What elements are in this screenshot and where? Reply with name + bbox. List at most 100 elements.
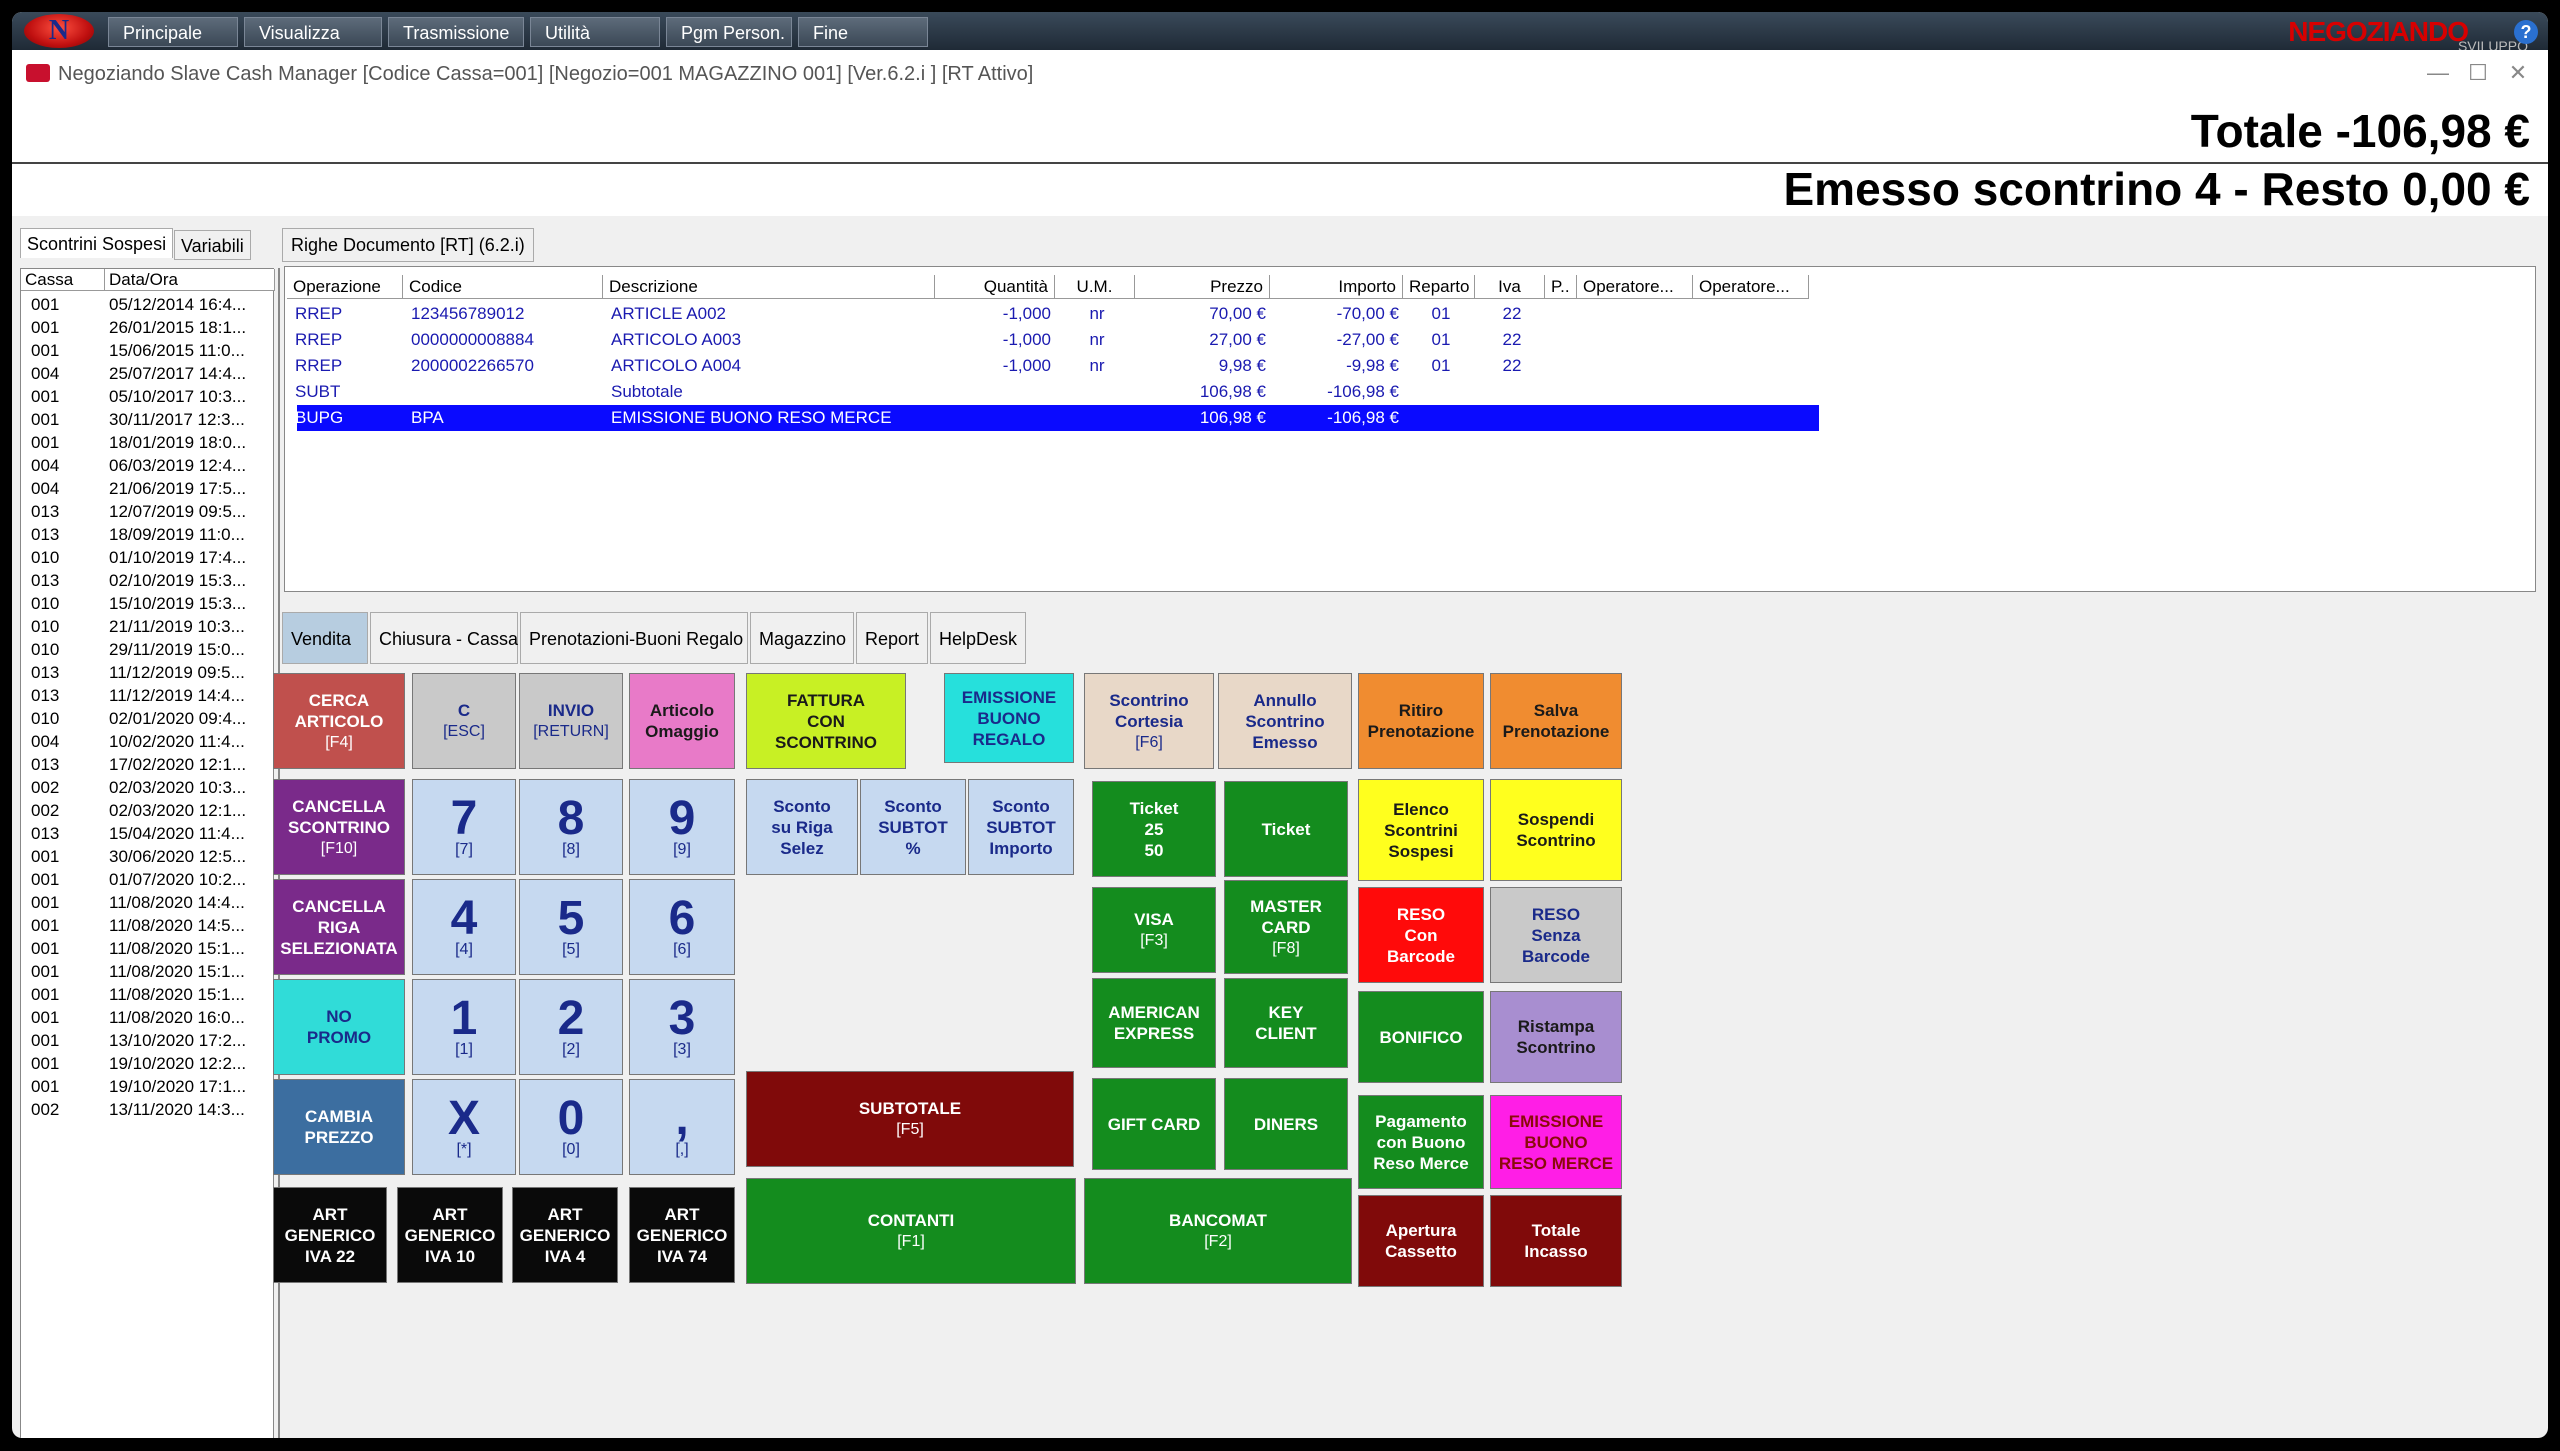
- tab-righe-documento[interactable]: Righe Documento [RT] (6.2.i): [282, 228, 534, 262]
- numpad-key[interactable]: 5 [5]: [519, 879, 623, 975]
- reso-senza-button[interactable]: RESO Senza Barcode: [1490, 887, 1622, 983]
- numpad-key[interactable]: 1 [1]: [412, 979, 516, 1075]
- list-item[interactable]: 001 11/08/2020 14:4...: [21, 891, 275, 914]
- list-item[interactable]: 001 11/08/2020 16:0...: [21, 1006, 275, 1029]
- cerca-button[interactable]: CERCA ARTICOLO [F4]: [273, 673, 405, 769]
- amex-button[interactable]: AMERICAN EXPRESS: [1092, 978, 1216, 1068]
- menu-utilita[interactable]: Utilità: [530, 17, 660, 47]
- visa-button[interactable]: VISA [F3]: [1092, 887, 1216, 973]
- totale-incasso-button[interactable]: Totale Incasso: [1490, 1195, 1622, 1287]
- annullo-button[interactable]: Annullo Scontrino Emesso: [1218, 673, 1352, 769]
- list-item[interactable]: 013 18/09/2019 11:0...: [21, 523, 275, 546]
- apertura-button[interactable]: Apertura Cassetto: [1358, 1195, 1484, 1287]
- list-item[interactable]: 013 12/07/2019 09:5...: [21, 500, 275, 523]
- minimize-icon[interactable]: —: [2418, 58, 2458, 88]
- numpad-key[interactable]: 7 [7]: [412, 779, 516, 875]
- bancomat-button[interactable]: BANCOMAT [F2]: [1084, 1178, 1352, 1284]
- list-item[interactable]: 001 05/12/2014 16:4...: [21, 293, 275, 316]
- list-item[interactable]: 004 10/02/2020 11:4...: [21, 730, 275, 753]
- column-header[interactable]: Reparto: [1403, 275, 1475, 299]
- list-item[interactable]: 001 11/08/2020 15:1...: [21, 960, 275, 983]
- tab-report[interactable]: Report: [856, 612, 928, 664]
- list-item[interactable]: 001 13/10/2020 17:2...: [21, 1029, 275, 1052]
- tab-chiusura-cassa[interactable]: Chiusura - Cassa: [370, 612, 518, 664]
- sconto-perc-button[interactable]: Sconto SUBTOT%: [860, 779, 966, 875]
- scontrini-sospesi-list[interactable]: Cassa Data/Ora 001 05/12/2014 16:4... 001 2…: [20, 268, 275, 1438]
- ristampa-button[interactable]: Ristampa Scontrino: [1490, 991, 1622, 1083]
- menu-principale[interactable]: Principale: [108, 17, 238, 47]
- list-item[interactable]: 001 05/10/2017 10:3...: [21, 385, 275, 408]
- canc-riga-button[interactable]: CANCELLA RIGA SELEZIONATA: [273, 879, 405, 975]
- numpad-key[interactable]: 4 [4]: [412, 879, 516, 975]
- table-row[interactable]: RREP 123456789012 ARTICLE A002 -1,000 nr 70,0…: [295, 301, 1819, 327]
- list-item[interactable]: 013 11/12/2019 14:4...: [21, 684, 275, 707]
- contanti-button[interactable]: CONTANTI [F1]: [746, 1178, 1076, 1284]
- menu-pgm-person[interactable]: Pgm Person.: [666, 17, 792, 47]
- list-item[interactable]: 013 15/04/2020 11:4...: [21, 822, 275, 845]
- column-header[interactable]: Descrizione: [603, 275, 935, 299]
- list-item[interactable]: 002 13/11/2020 14:3...: [21, 1098, 275, 1121]
- tab-scontrini-sospesi[interactable]: Scontrini Sospesi: [20, 228, 174, 258]
- tab-helpdesk[interactable]: HelpDesk: [930, 612, 1026, 664]
- list-item[interactable]: 004 25/07/2017 14:4...: [21, 362, 275, 385]
- list-item[interactable]: 010 21/11/2019 10:3...: [21, 615, 275, 638]
- table-row[interactable]: RREP 0000000008884 ARTICOLO A003 -1,000 nr 27…: [295, 327, 1819, 353]
- numpad-key[interactable]: , [,]: [629, 1079, 735, 1175]
- numpad-key[interactable]: 6 [6]: [629, 879, 735, 975]
- list-item[interactable]: 010 15/10/2019 15:3...: [21, 592, 275, 615]
- list-item[interactable]: 002 02/03/2020 12:1...: [21, 799, 275, 822]
- key-client-button[interactable]: KEY CLIENT: [1224, 978, 1348, 1068]
- menu-fine[interactable]: Fine: [798, 17, 928, 47]
- ritiro-button[interactable]: Ritiro Prenotazione: [1358, 673, 1484, 769]
- list-item[interactable]: 010 29/11/2019 15:0...: [21, 638, 275, 661]
- menu-visualizza[interactable]: Visualizza: [244, 17, 382, 47]
- column-header[interactable]: Quantità: [935, 275, 1055, 299]
- table-row[interactable]: SUBT Subtotale 106,98 € -106,98 €: [295, 379, 1819, 405]
- diners-button[interactable]: DINERS: [1224, 1078, 1348, 1170]
- art22-button[interactable]: ART GENERICO IVA 22: [273, 1187, 387, 1283]
- pag-buono-button[interactable]: Pagamento con Buono Reso Merce: [1358, 1095, 1484, 1189]
- list-item[interactable]: 002 02/03/2020 10:3...: [21, 776, 275, 799]
- bonifico-button[interactable]: BONIFICO: [1358, 991, 1484, 1083]
- list-item[interactable]: 001 15/06/2015 11:0...: [21, 339, 275, 362]
- table-row[interactable]: RREP 2000002266570 ARTICOLO A004 -1,000 nr 9,…: [295, 353, 1819, 379]
- subtotale-button[interactable]: SUBTOTALE [F5]: [746, 1071, 1074, 1167]
- numpad-key[interactable]: 9 [9]: [629, 779, 735, 875]
- column-header-data-ora[interactable]: Data/Ora: [105, 269, 275, 291]
- column-header[interactable]: Operatore...: [1577, 275, 1693, 299]
- help-icon[interactable]: ?: [2514, 20, 2538, 44]
- omaggio-button[interactable]: Articolo Omaggio: [629, 673, 735, 769]
- list-item[interactable]: 001 01/07/2020 10:2...: [21, 868, 275, 891]
- menu-trasmissione[interactable]: Trasmissione: [388, 17, 524, 47]
- tab-prenotazioni-buoni-regalo[interactable]: Prenotazioni-Buoni Regalo: [520, 612, 748, 664]
- column-header[interactable]: P..: [1545, 275, 1577, 299]
- sospendi-button[interactable]: Sospendi Scontrino: [1490, 779, 1622, 881]
- list-item[interactable]: 001 18/01/2019 18:0...: [21, 431, 275, 454]
- cortesia-button[interactable]: Scontrino Cortesia [F6]: [1084, 673, 1214, 769]
- list-item[interactable]: 004 06/03/2019 12:4...: [21, 454, 275, 477]
- list-item[interactable]: 001 19/10/2020 17:1...: [21, 1075, 275, 1098]
- art10-button[interactable]: ART GENERICO IVA 10: [397, 1187, 503, 1283]
- list-item[interactable]: 013 17/02/2020 12:1...: [21, 753, 275, 776]
- list-item[interactable]: 001 19/10/2020 12:2...: [21, 1052, 275, 1075]
- list-item[interactable]: 004 21/06/2019 17:5...: [21, 477, 275, 500]
- reso-con-button[interactable]: RESO Con Barcode: [1358, 887, 1484, 983]
- list-item[interactable]: 001 11/08/2020 15:1...: [21, 937, 275, 960]
- column-header-cassa[interactable]: Cassa: [21, 269, 105, 291]
- list-item[interactable]: 001 11/08/2020 15:1...: [21, 983, 275, 1006]
- numpad-key[interactable]: X [*]: [412, 1079, 516, 1175]
- tab-variabili[interactable]: Variabili: [174, 230, 251, 260]
- list-item[interactable]: 013 11/12/2019 09:5...: [21, 661, 275, 684]
- cambia-button[interactable]: CAMBIA PREZZO: [273, 1079, 405, 1175]
- numpad-key[interactable]: 8 [8]: [519, 779, 623, 875]
- column-header[interactable]: Iva: [1475, 275, 1545, 299]
- numpad-key[interactable]: 3 [3]: [629, 979, 735, 1075]
- c-button[interactable]: C [ESC]: [412, 673, 516, 769]
- column-header[interactable]: Operatore...: [1693, 275, 1809, 299]
- column-header[interactable]: Importo: [1270, 275, 1403, 299]
- master-button[interactable]: MASTER CARD [F8]: [1224, 880, 1348, 974]
- tab-vendita[interactable]: Vendita: [282, 612, 368, 664]
- emissione-reso-button[interactable]: EMISSIONE BUONO RESO MERCE: [1490, 1095, 1622, 1189]
- numpad-key[interactable]: 0 [0]: [519, 1079, 623, 1175]
- ticket2550-button[interactable]: Ticket 25 50: [1092, 781, 1216, 877]
